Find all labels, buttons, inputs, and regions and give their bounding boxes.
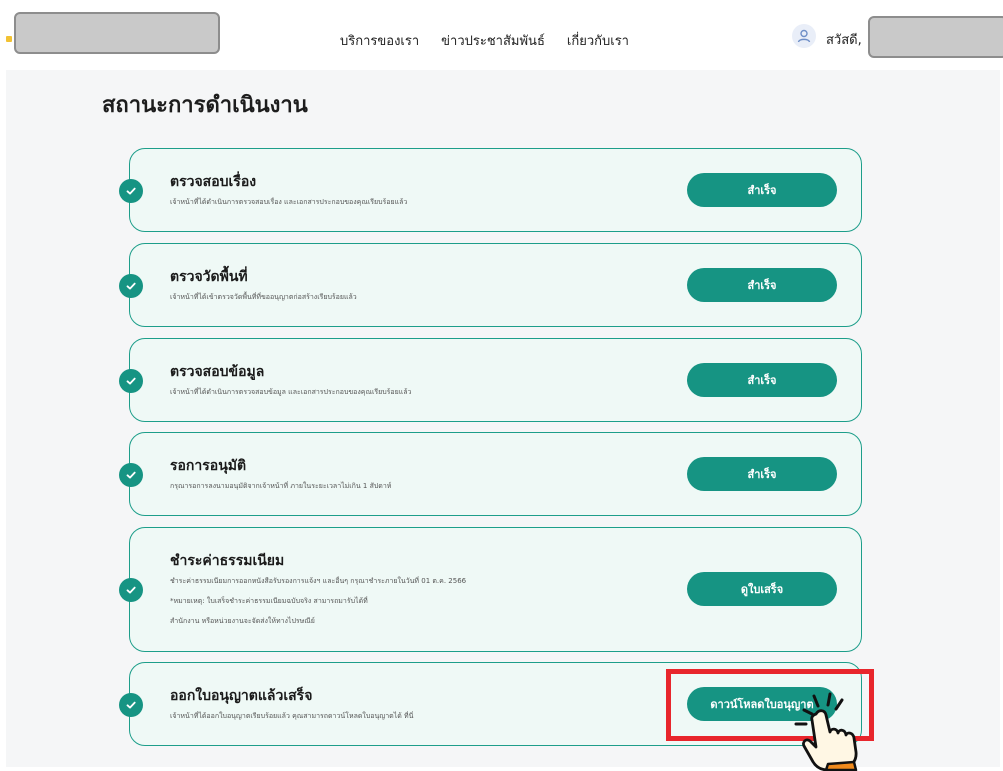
user-icon[interactable] <box>792 24 816 48</box>
check-icon <box>119 463 143 487</box>
status-step-check-data: ตรวจสอบข้อมูล เจ้าหน้าที่ได้ดำเนินการตรว… <box>119 338 862 422</box>
status-step-check-request: ตรวจสอบเรื่อง เจ้าหน้าที่ได้ดำเนินการตรว… <box>119 148 862 232</box>
step-description: เจ้าหน้าที่ได้ดำเนินการตรวจสอบข้อมูล และ… <box>170 388 412 396</box>
check-icon <box>119 274 143 298</box>
greeting-text: สวัสดี, <box>826 33 862 48</box>
step-title: ตรวจสอบข้อมูล <box>170 364 265 380</box>
nav-item-services[interactable]: บริการของเรา <box>340 30 419 51</box>
username-redacted[interactable] <box>868 16 1003 58</box>
step-status-button[interactable]: สำเร็จ <box>687 363 837 397</box>
status-step-measure-area: ตรวจวัดพื้นที่ เจ้าหน้าที่ได้เข้าตรวจวัด… <box>119 243 862 327</box>
step-status-button[interactable]: สำเร็จ <box>687 173 837 207</box>
step-status-button[interactable]: สำเร็จ <box>687 457 837 491</box>
nav-item-news[interactable]: ข่าวประชาสัมพันธ์ <box>441 30 545 51</box>
step-title: ออกใบอนุญาตแล้วเสร็จ <box>170 688 313 704</box>
step-title: ชำระค่าธรรมเนียม <box>170 553 285 569</box>
status-step-pay-fee: ชำระค่าธรรมเนียม ชำระค่าธรรมเนียมการออกห… <box>119 527 862 652</box>
step-description: เจ้าหน้าที่ได้เข้าตรวจวัดพื้นที่ที่ขออนุ… <box>170 293 357 301</box>
step-description: กรุณารอการลงนามอนุมัติจากเจ้าหน้าที่ ภาย… <box>170 482 392 490</box>
check-icon <box>119 179 143 203</box>
pointing-hand-icon <box>794 692 858 771</box>
view-receipt-button[interactable]: ดูใบเสร็จ <box>687 572 837 606</box>
step-title: ตรวจวัดพื้นที่ <box>170 269 248 285</box>
check-icon <box>119 369 143 393</box>
status-panel: สถานะการดำเนินงาน ตรวจสอบเรื่อง เจ้าหน้า… <box>6 70 1000 767</box>
step-description: ชำระค่าธรรมเนียมการออกหนังสือรับรองการแจ… <box>170 577 467 585</box>
top-header: บริการของเรา ข่าวประชาสัมพันธ์ เกี่ยวกับ… <box>0 0 1003 68</box>
step-note: สำนักงาน หรือหน่วยงานจะจัดส่งให้ทางไปรษณ… <box>170 617 315 625</box>
step-title: รอการอนุมัติ <box>170 458 247 474</box>
logo-redacted[interactable] <box>14 12 220 54</box>
step-title: ตรวจสอบเรื่อง <box>170 174 257 190</box>
logo-accent-mark <box>6 36 12 42</box>
check-icon <box>119 693 143 717</box>
step-note: *หมายเหตุ: ใบเสร็จชำระค่าธรรมเนียมฉบับจร… <box>170 597 368 605</box>
step-status-button[interactable]: สำเร็จ <box>687 268 837 302</box>
main-nav: บริการของเรา ข่าวประชาสัมพันธ์ เกี่ยวกับ… <box>340 30 629 51</box>
status-step-await-approval: รอการอนุมัติ กรุณารอการลงนามอนุมัติจากเจ… <box>119 432 862 516</box>
page-title: สถานะการดำเนินงาน <box>102 93 308 118</box>
step-description: เจ้าหน้าที่ได้ดำเนินการตรวจสอบเรื่อง และ… <box>170 198 408 206</box>
check-icon <box>119 578 143 602</box>
nav-item-about[interactable]: เกี่ยวกับเรา <box>567 30 629 51</box>
step-description: เจ้าหน้าที่ได้ออกใบอนุญาตเรียบร้อยแล้ว ค… <box>170 712 414 720</box>
